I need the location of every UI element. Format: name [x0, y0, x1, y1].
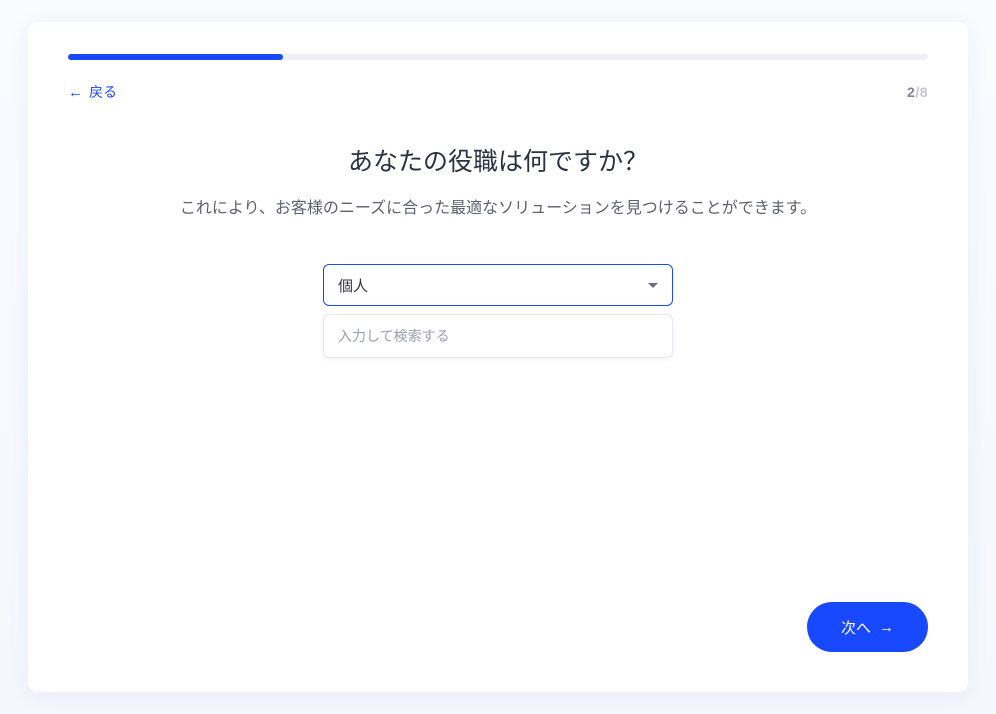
back-label: 戻る: [89, 82, 117, 102]
page-title: あなたの役職は何ですか？: [68, 142, 928, 178]
topbar: ← 戻る 2/8: [68, 82, 928, 102]
role-search-box[interactable]: [323, 314, 673, 358]
onboarding-card: ← 戻る 2/8 あなたの役職は何ですか？ これにより、お客様のニーズに合った最…: [28, 22, 968, 692]
step-total: 8: [920, 84, 928, 100]
role-selector: 個人: [68, 264, 928, 358]
progress-fill: [68, 54, 283, 60]
arrow-left-icon: ←: [68, 85, 83, 100]
progress-bar: [68, 54, 928, 60]
next-button[interactable]: 次へ →: [807, 602, 928, 652]
step-counter: 2/8: [907, 84, 928, 100]
page-subtitle: これにより、お客様のニーズに合った最適なソリューションを見つけることができます。: [68, 194, 928, 218]
dropdown-selected: 個人: [338, 275, 368, 296]
role-dropdown[interactable]: 個人: [323, 264, 673, 306]
arrow-right-icon: →: [879, 619, 894, 636]
next-label: 次へ: [841, 617, 871, 638]
caret-down-icon: [648, 283, 658, 288]
back-button[interactable]: ← 戻る: [68, 82, 117, 102]
role-search-input[interactable]: [338, 328, 658, 344]
